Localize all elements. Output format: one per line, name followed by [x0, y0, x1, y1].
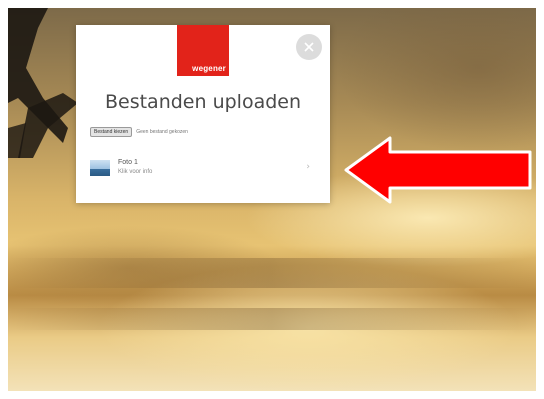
- logo-text: wegener: [192, 64, 226, 73]
- close-icon: [304, 42, 314, 52]
- close-button[interactable]: [296, 34, 322, 60]
- file-size: Klik voor info: [118, 169, 153, 175]
- dialog-title: Bestanden uploaden: [104, 91, 302, 113]
- cloud-band: [8, 258, 536, 288]
- upload-dialog: wegener Bestanden uploaden Bestand kieze…: [76, 25, 330, 203]
- red-arrow-annotation: [344, 136, 532, 204]
- chevron-right-icon[interactable]: ›: [306, 162, 310, 172]
- file-picker: Bestand kiezen Geen bestand gekozen: [90, 127, 188, 137]
- choose-file-button[interactable]: Bestand kiezen: [90, 127, 133, 137]
- file-list-item[interactable]: Foto 1 Klik voor info ›: [90, 157, 318, 181]
- file-thumbnail: [90, 160, 110, 176]
- wegener-logo: wegener: [177, 25, 229, 76]
- no-file-chosen-text: Geen bestand gekozen: [136, 129, 188, 135]
- cloud-band: [8, 308, 536, 330]
- file-name: Foto 1: [118, 159, 138, 166]
